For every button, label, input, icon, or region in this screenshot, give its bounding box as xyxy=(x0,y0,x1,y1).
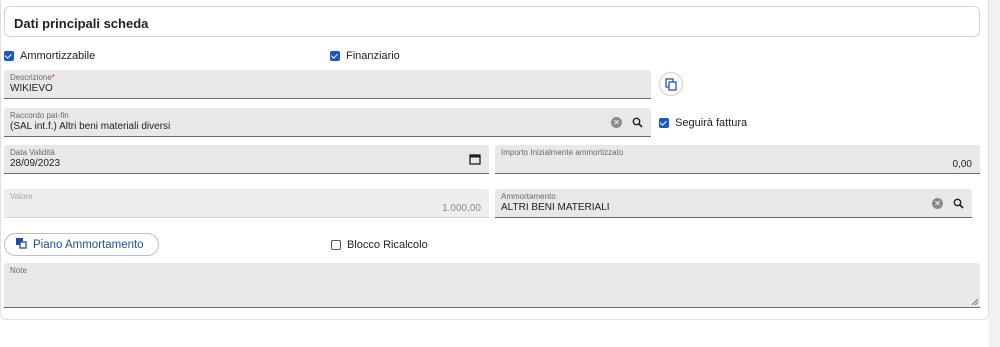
importo-label: Importo Inizialmente ammortizzato xyxy=(501,148,624,157)
blocco-ricalcolo-label: Blocco Ricalcolo xyxy=(347,239,428,251)
resize-icon xyxy=(971,298,978,305)
clear-icon[interactable]: ✕ xyxy=(611,117,622,128)
data-validita-field[interactable]: Data Validità 28/09/2023 xyxy=(4,145,489,174)
descrizione-field[interactable]: Descrizione* WIKIEVO xyxy=(4,70,651,99)
descrizione-value: WIKIEVO xyxy=(10,83,53,94)
seguira-fattura-checkbox[interactable]: Seguirà fattura xyxy=(659,117,747,129)
page: Dati principali scheda Ammortizzabile Fi… xyxy=(0,0,1000,347)
search-button[interactable] xyxy=(627,112,647,132)
checkbox-checked-icon[interactable] xyxy=(659,118,669,128)
chart-icon xyxy=(15,237,27,252)
search-button[interactable] xyxy=(948,193,968,213)
raccordo-label: Raccordo pat-fin xyxy=(10,111,69,120)
piano-ammortamento-button[interactable]: Piano Ammortamento xyxy=(4,233,159,256)
note-field[interactable]: Note xyxy=(4,263,980,308)
valore-field: Valore 1.000,00 xyxy=(4,189,489,218)
ammortizzabile-label: Ammortizzabile xyxy=(20,50,96,62)
piano-ammortamento-label: Piano Ammortamento xyxy=(33,238,144,251)
search-icon xyxy=(953,198,964,209)
search-icon xyxy=(632,117,643,128)
clear-icon[interactable]: ✕ xyxy=(932,198,943,209)
valore-label: Valore xyxy=(10,192,33,201)
copy-icon xyxy=(665,77,677,91)
section-header: Dati principali scheda xyxy=(4,6,980,37)
finanziario-checkbox[interactable]: Finanziario xyxy=(330,50,400,62)
descrizione-label-wrap: Descrizione* xyxy=(10,73,55,82)
calendar-icon xyxy=(469,154,481,165)
section-title: Dati principali scheda xyxy=(14,16,149,31)
vertical-scrollbar[interactable] xyxy=(989,0,1000,347)
calendar-button[interactable] xyxy=(465,149,485,169)
ammortamento-field[interactable]: Ammortamento ALTRI BENI MATERIALI ✕ xyxy=(495,189,972,218)
finanziario-label: Finanziario xyxy=(346,50,400,62)
checkbox-checked-icon[interactable] xyxy=(330,51,340,61)
data-validita-value: 28/09/2023 xyxy=(10,158,61,169)
copy-button[interactable] xyxy=(659,72,683,96)
raccordo-value: (SAL int.f.) Altri beni materiali divers… xyxy=(10,121,171,132)
checkbox-checked-icon[interactable] xyxy=(4,51,14,61)
valore-value: 1.000,00 xyxy=(442,203,481,214)
ammortamento-value: ALTRI BENI MATERIALI xyxy=(501,202,610,213)
raccordo-field[interactable]: Raccordo pat-fin (SAL int.f.) Altri beni… xyxy=(4,108,651,137)
note-label: Note xyxy=(10,266,27,275)
descrizione-label: Descrizione xyxy=(10,73,52,82)
required-mark: * xyxy=(51,73,55,82)
importo-value: 0,00 xyxy=(952,159,972,170)
data-validita-label: Data Validità xyxy=(10,148,55,157)
ammortizzabile-checkbox[interactable]: Ammortizzabile xyxy=(4,50,95,62)
checkbox-unchecked-icon[interactable] xyxy=(331,240,341,250)
blocco-ricalcolo-checkbox[interactable]: Blocco Ricalcolo xyxy=(331,239,428,251)
seguira-fattura-label: Seguirà fattura xyxy=(675,117,748,129)
ammortamento-label: Ammortamento xyxy=(501,192,556,201)
importo-field[interactable]: Importo Inizialmente ammortizzato 0,00 xyxy=(495,145,980,174)
